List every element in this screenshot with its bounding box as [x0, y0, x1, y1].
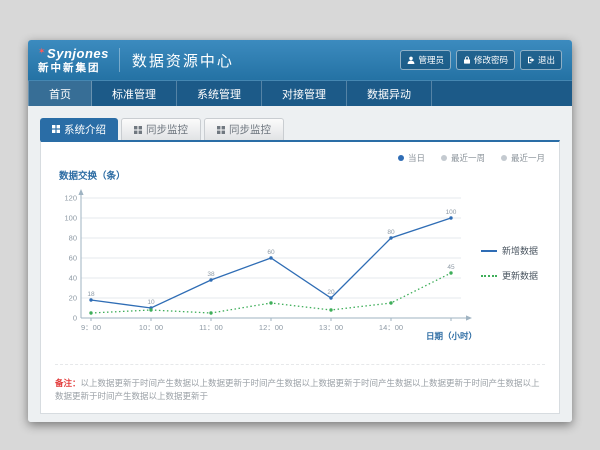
- logout-button-label: 退出: [538, 54, 555, 66]
- nav-item-connection-mgmt[interactable]: 对接管理: [262, 81, 347, 106]
- radio-dot-icon: [441, 155, 447, 161]
- logo: ✶Synjones 新中新集团: [38, 47, 109, 74]
- tab-system-intro[interactable]: 系统介绍: [40, 118, 118, 140]
- grid-icon: [134, 126, 142, 134]
- svg-text:80: 80: [387, 229, 395, 236]
- svg-text:10: 10: [147, 299, 155, 306]
- series-legend: 新增数据 更新数据: [479, 244, 543, 282]
- main-nav: 首页 标准管理 系统管理 对接管理 数据异动: [28, 80, 572, 106]
- svg-text:80: 80: [69, 234, 77, 243]
- svg-text:0: 0: [73, 314, 77, 323]
- svg-text:120: 120: [64, 194, 77, 203]
- admin-button[interactable]: 管理员: [400, 50, 451, 70]
- svg-text:13：00: 13：00: [319, 323, 343, 332]
- remark-text: 以上数据更新于时间产生数据以上数据更新于时间产生数据以上数据更新于时间产生数据以…: [55, 378, 540, 401]
- grid-icon: [217, 126, 225, 134]
- app-title: 数据资源中心: [132, 50, 234, 71]
- svg-text:100: 100: [64, 214, 77, 223]
- tab-label: 系统介绍: [64, 122, 106, 137]
- solid-line-icon: [481, 250, 497, 252]
- tabs-row: 系统介绍 同步监控 同步监控: [40, 118, 560, 140]
- nav-item-system-mgmt[interactable]: 系统管理: [177, 81, 262, 106]
- filter-label: 最近一月: [511, 152, 545, 164]
- logout-button[interactable]: 退出: [520, 50, 562, 70]
- admin-button-label: 管理员: [418, 54, 444, 66]
- lock-icon: [463, 56, 471, 64]
- filter-last-week[interactable]: 最近一周: [441, 152, 485, 164]
- svg-text:45: 45: [447, 264, 455, 271]
- nav-item-standard-mgmt[interactable]: 标准管理: [92, 81, 177, 106]
- content-area: 系统介绍 同步监控 同步监控: [28, 106, 572, 422]
- radio-dot-icon: [501, 155, 507, 161]
- logout-icon: [527, 56, 535, 64]
- brand-name: ✶Synjones: [38, 47, 109, 60]
- svg-text:18: 18: [87, 291, 95, 298]
- user-icon: [407, 56, 415, 64]
- tab-label: 同步监控: [229, 122, 271, 137]
- dotted-line-icon: [481, 275, 497, 277]
- chart-panel: 当日 最近一周 最近一月 数据交换（条） 0 20 40 60 80 100 120 9：00…: [40, 140, 560, 414]
- svg-text:40: 40: [69, 274, 77, 283]
- tab-label: 同步监控: [146, 122, 188, 137]
- range-filter: 当日 最近一周 最近一月: [55, 150, 545, 166]
- filter-label: 最近一周: [451, 152, 485, 164]
- brand-text: Synjones: [47, 46, 109, 61]
- tab-sync-monitor-2[interactable]: 同步监控: [204, 118, 284, 140]
- app-window: ✶Synjones 新中新集团 数据资源中心 管理员 修: [28, 40, 572, 422]
- chart-row: 0 20 40 60 80 100 120 9：00 10：00 11：00 12：00 13：00 1…: [55, 184, 545, 342]
- legend-label: 更新数据: [502, 269, 538, 282]
- svg-text:60: 60: [267, 249, 275, 256]
- legend-update-data[interactable]: 更新数据: [481, 269, 543, 282]
- svg-text:14：00: 14：00: [379, 323, 403, 332]
- header-bar: ✶Synjones 新中新集团 数据资源中心 管理员 修: [28, 40, 572, 80]
- svg-text:20: 20: [327, 289, 335, 296]
- svg-text:10：00: 10：00: [139, 323, 163, 332]
- nav-item-home[interactable]: 首页: [28, 81, 92, 106]
- logo-star-icon: ✶: [38, 46, 46, 56]
- user-actions: 管理员 修改密码 退出: [400, 50, 562, 70]
- desktop-background: ✶Synjones 新中新集团 数据资源中心 管理员 修: [0, 0, 600, 450]
- svg-text:12：00: 12：00: [259, 323, 283, 332]
- svg-text:日期（小时）: 日期（小时）: [426, 331, 477, 341]
- svg-text:100: 100: [446, 209, 457, 216]
- legend-new-data[interactable]: 新增数据: [481, 244, 543, 257]
- change-password-button-label: 修改密码: [474, 54, 508, 66]
- line-chart: 0 20 40 60 80 100 120 9：00 10：00 11：00 12：00 13：00 1…: [55, 184, 479, 342]
- svg-text:11：00: 11：00: [199, 323, 223, 332]
- svg-text:60: 60: [69, 254, 77, 263]
- header-divider: [119, 48, 120, 72]
- svg-text:9：00: 9：00: [81, 323, 101, 332]
- brand-company: 新中新集团: [38, 63, 109, 74]
- legend-label: 新增数据: [502, 244, 538, 257]
- svg-text:20: 20: [69, 294, 77, 303]
- change-password-button[interactable]: 修改密码: [456, 50, 515, 70]
- radio-dot-icon: [398, 155, 404, 161]
- remark-label: 备注：: [55, 378, 81, 388]
- nav-item-data-change[interactable]: 数据异动: [347, 81, 432, 106]
- remark: 备注：以上数据更新于时间产生数据以上数据更新于时间产生数据以上数据更新于时间产生…: [55, 364, 545, 403]
- y-axis-title: 数据交换（条）: [59, 168, 545, 182]
- filter-last-month[interactable]: 最近一月: [501, 152, 545, 164]
- tab-sync-monitor-1[interactable]: 同步监控: [121, 118, 201, 140]
- filter-today[interactable]: 当日: [398, 152, 425, 164]
- grid-icon: [52, 125, 60, 133]
- svg-text:38: 38: [207, 271, 215, 278]
- filter-label: 当日: [408, 152, 425, 164]
